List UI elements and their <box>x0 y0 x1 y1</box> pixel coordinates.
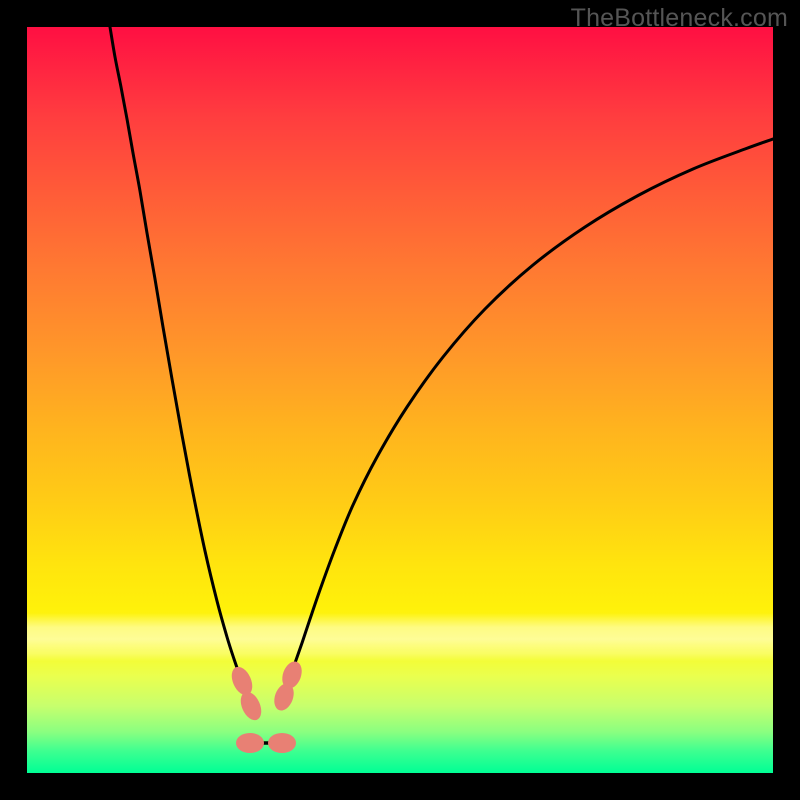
chart-series-right-curve <box>289 139 773 679</box>
chart-marker-layer <box>228 659 306 753</box>
chart-root: TheBottleneck.com <box>0 0 800 800</box>
chart-series-left-curve <box>110 27 241 679</box>
watermark-label: TheBottleneck.com <box>571 4 788 33</box>
chart-marker-left-cap-top <box>228 664 257 699</box>
chart-marker-bottom-left <box>236 733 264 753</box>
chart-svg <box>27 27 773 773</box>
chart-marker-left-cap-bottom <box>237 689 266 724</box>
chart-marker-bottom-right <box>268 733 296 753</box>
chart-series-layer <box>110 27 773 743</box>
